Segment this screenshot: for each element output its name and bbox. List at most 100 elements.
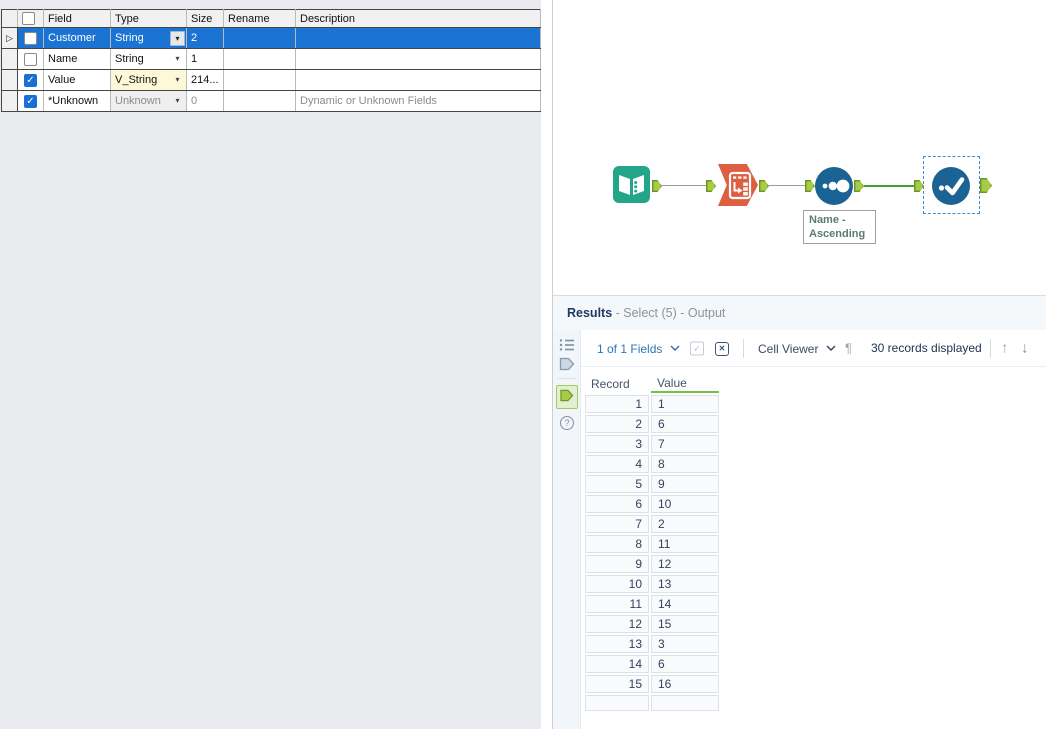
output-anchor[interactable]	[854, 180, 864, 192]
field-checkbox[interactable]	[24, 31, 37, 45]
output-anchor-icon	[560, 389, 574, 402]
field-type-cell[interactable]: V_String ▾	[110, 69, 187, 91]
field-rename-cell[interactable]	[223, 48, 296, 70]
record-cell[interactable]: 10	[585, 575, 649, 593]
field-type-cell[interactable]: Unknown ▾	[110, 90, 187, 112]
value-cell[interactable]: 13	[651, 575, 719, 593]
value-cell[interactable]: 16	[651, 675, 719, 693]
field-checkbox[interactable]: ✓	[24, 73, 37, 87]
output-anchor[interactable]	[980, 178, 992, 193]
record-cell[interactable]: 3	[585, 435, 649, 453]
value-cell[interactable]: 9	[651, 475, 719, 493]
field-description-cell[interactable]: Dynamic or Unknown Fields	[295, 90, 541, 112]
sort-tool[interactable]	[815, 167, 853, 205]
value-cell[interactable]: 11	[651, 535, 719, 553]
input-data-tool[interactable]	[613, 166, 650, 203]
type-dropdown-button[interactable]: ▾	[170, 73, 185, 88]
record-cell[interactable]: 12	[585, 615, 649, 633]
record-cell[interactable]: 9	[585, 555, 649, 573]
table-row[interactable]: ✓ Value V_String ▾ 214...	[1, 69, 541, 91]
field-description-cell[interactable]	[295, 27, 541, 49]
value-cell[interactable]: 15	[651, 615, 719, 633]
col-header-type: Type	[110, 9, 187, 28]
value-cell[interactable]: 6	[651, 415, 719, 433]
field-name-cell[interactable]: Name	[43, 48, 111, 70]
field-checkbox-cell[interactable]: ✓	[17, 90, 44, 112]
clear-button[interactable]: ✕	[715, 340, 729, 356]
metadata-view-button[interactable]	[553, 338, 581, 357]
field-type-cell[interactable]: String ▾	[110, 27, 187, 49]
connection-view-button[interactable]	[553, 357, 581, 376]
field-size-cell[interactable]: 214...	[186, 69, 224, 91]
field-checkbox-cell[interactable]	[17, 48, 44, 70]
record-cell[interactable]: 8	[585, 535, 649, 553]
whitespace-toggle[interactable]: ¶	[845, 341, 852, 356]
field-name-cell[interactable]: Value	[43, 69, 111, 91]
col-header-value[interactable]: Value	[651, 375, 719, 393]
output-anchor[interactable]	[759, 180, 769, 192]
value-cell[interactable]: 6	[651, 655, 719, 673]
connection-wire[interactable]	[769, 185, 805, 186]
transpose-tool[interactable]	[718, 164, 758, 206]
field-checkbox-cell[interactable]	[17, 27, 44, 49]
output-anchor-button[interactable]	[553, 385, 581, 409]
input-anchor[interactable]	[706, 180, 716, 192]
value-cell[interactable]: 3	[651, 635, 719, 653]
workflow-canvas[interactable]: Name - Ascending	[553, 0, 1046, 295]
input-anchor[interactable]	[805, 180, 815, 192]
select-all-header[interactable]	[17, 9, 44, 28]
select-all-checkbox[interactable]	[22, 12, 35, 25]
type-dropdown-button[interactable]: ▾	[170, 94, 185, 109]
record-cell[interactable]	[585, 695, 649, 711]
field-checkbox[interactable]: ✓	[24, 94, 37, 108]
select-tool[interactable]	[932, 167, 970, 205]
field-checkbox-cell[interactable]: ✓	[17, 69, 44, 91]
field-description-cell[interactable]	[295, 69, 541, 91]
table-row[interactable]: ✓ *Unknown Unknown ▾ 0 Dynamic or Unknown…	[1, 90, 541, 112]
table-row[interactable]: Name String ▾ 1	[1, 48, 541, 70]
scroll-down-button[interactable]: ↓	[1021, 340, 1029, 357]
type-dropdown-button[interactable]: ▾	[170, 30, 185, 46]
field-type-cell[interactable]: String ▾	[110, 48, 187, 70]
record-cell[interactable]: 7	[585, 515, 649, 533]
apply-checkbox-button[interactable]: ✓	[690, 341, 704, 356]
field-rename-cell[interactable]	[223, 69, 296, 91]
scroll-up-button[interactable]: ↑	[1001, 340, 1009, 357]
value-cell[interactable]: 14	[651, 595, 719, 613]
value-cell[interactable]: 8	[651, 455, 719, 473]
field-rename-cell[interactable]	[223, 90, 296, 112]
col-header-record[interactable]: Record	[585, 375, 649, 393]
type-dropdown-button[interactable]: ▾	[170, 52, 185, 67]
connection-wire[interactable]	[662, 185, 706, 186]
tool-annotation[interactable]: Name - Ascending	[803, 210, 876, 244]
field-name-cell[interactable]: *Unknown	[43, 90, 111, 112]
record-cell[interactable]: 14	[585, 655, 649, 673]
value-cell[interactable]: 1	[651, 395, 719, 413]
record-cell[interactable]: 6	[585, 495, 649, 513]
field-size-cell[interactable]: 0	[186, 90, 224, 112]
value-cell[interactable]: 2	[651, 515, 719, 533]
field-size-cell[interactable]: 1	[186, 48, 224, 70]
value-cell[interactable]	[651, 695, 719, 711]
field-name-cell[interactable]: Customer	[43, 27, 111, 49]
fields-dropdown[interactable]: 1 of 1 Fields	[597, 340, 680, 356]
record-cell[interactable]: 15	[585, 675, 649, 693]
value-cell[interactable]: 7	[651, 435, 719, 453]
field-size-cell[interactable]: 2	[186, 27, 224, 49]
record-cell[interactable]: 2	[585, 415, 649, 433]
table-row[interactable]: ▷ Customer String ▾ 2	[1, 27, 541, 49]
record-cell[interactable]: 13	[585, 635, 649, 653]
value-cell[interactable]: 10	[651, 495, 719, 513]
record-cell[interactable]: 1	[585, 395, 649, 413]
record-cell[interactable]: 5	[585, 475, 649, 493]
record-cell[interactable]: 11	[585, 595, 649, 613]
field-rename-cell[interactable]	[223, 27, 296, 49]
output-anchor[interactable]	[652, 180, 662, 192]
cell-viewer-dropdown[interactable]: Cell Viewer	[758, 340, 836, 356]
help-button[interactable]: ?	[553, 413, 581, 431]
value-cell[interactable]: 12	[651, 555, 719, 573]
record-cell[interactable]: 4	[585, 455, 649, 473]
field-checkbox[interactable]	[24, 52, 37, 66]
field-description-cell[interactable]	[295, 48, 541, 70]
selected-connection-wire[interactable]	[864, 185, 914, 187]
